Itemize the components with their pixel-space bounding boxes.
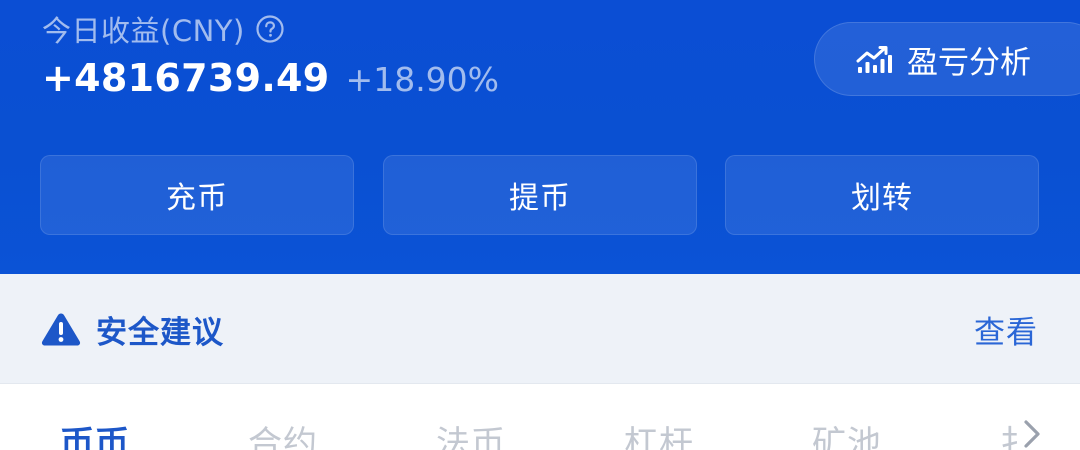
security-suggestion-banner[interactable]: 安全建议 查看 [0,274,1080,384]
tab-spot[interactable]: 币币 [60,416,130,450]
wallet-screen: 今日收益(CNY) +4816739.49 +18.90% 盈亏分析 充币 提币… [0,0,1080,450]
security-suggestion-left: 安全建议 [40,274,224,384]
tab-fiat[interactable]: 法币 [436,416,506,450]
tab-pool[interactable]: 矿池 [812,416,882,450]
deposit-button[interactable]: 充币 [40,155,354,235]
tab-margin[interactable]: 杠杆 [624,416,694,450]
tab-contract[interactable]: 合约 [248,416,318,450]
today-earnings-percent: +18.90% [345,60,500,99]
chart-line-icon [855,43,893,75]
security-suggestion-title: 安全建议 [96,314,224,351]
profit-loss-analysis-button[interactable]: 盈亏分析 [814,22,1080,96]
warning-triangle-icon [40,311,82,347]
profit-loss-analysis-label: 盈亏分析 [907,44,1031,81]
today-earnings-values: +4816739.49 +18.90% [42,56,499,100]
today-earnings-label: 今日收益(CNY) [42,14,245,48]
chevron-right-icon[interactable] [1018,414,1046,450]
asset-header: 今日收益(CNY) +4816739.49 +18.90% 盈亏分析 充币 提币… [0,0,1080,274]
asset-action-row: 充币 提币 划转 [40,155,1040,235]
today-earnings-amount: +4816739.49 [42,56,330,100]
account-tabs: 币币 合约 法币 杠杆 矿池 扌 [0,384,1080,450]
withdraw-button[interactable]: 提币 [383,155,697,235]
question-circle-icon[interactable] [255,14,285,44]
today-earnings-label-row: 今日收益(CNY) [42,8,285,50]
transfer-button[interactable]: 划转 [725,155,1039,235]
security-view-link[interactable]: 查看 [974,274,1038,384]
